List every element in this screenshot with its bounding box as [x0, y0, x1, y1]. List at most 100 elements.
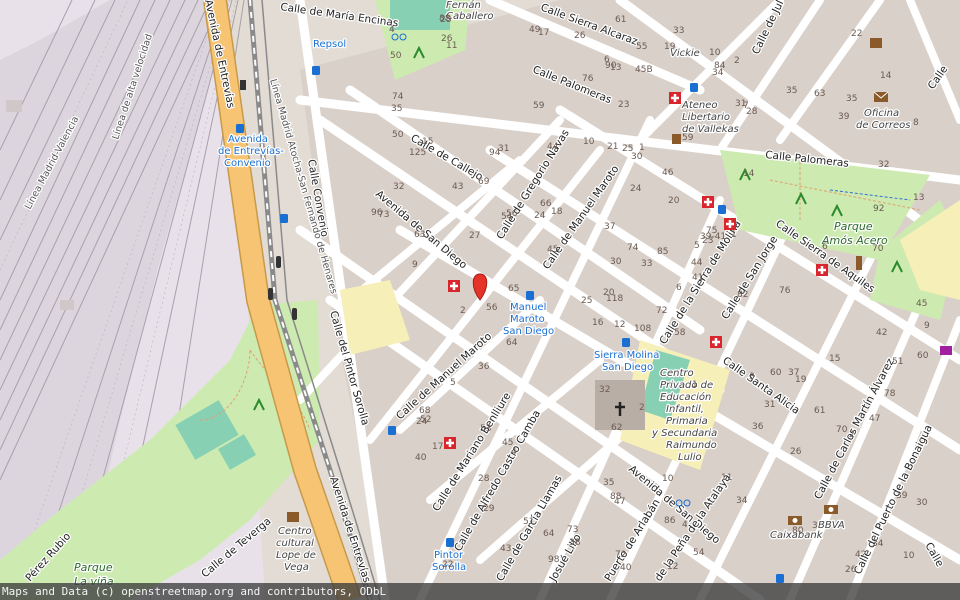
- house-number: 10: [903, 551, 915, 561]
- house-number: 68: [419, 406, 431, 416]
- house-number: 10: [709, 48, 721, 58]
- house-number: 34: [736, 496, 748, 506]
- pharmacy-icon: [448, 280, 460, 292]
- house-number: 21: [607, 142, 618, 152]
- house-number: 30: [916, 498, 928, 508]
- stop-molina-1: Sierra Molina: [594, 350, 659, 361]
- house-number: 35: [391, 104, 402, 114]
- house-number: 14: [743, 169, 755, 179]
- monument-icon: [856, 256, 862, 270]
- theatre-icon: [870, 38, 882, 48]
- house-number: 53: [480, 424, 491, 434]
- house-number: 12: [614, 320, 625, 330]
- house-number: 24: [534, 211, 546, 221]
- poi-centro-privado-8: Lulio: [678, 452, 702, 463]
- house-number: 26: [845, 565, 857, 575]
- poi-centro-privado-6: y Secundaria: [651, 428, 717, 439]
- house-number: 34: [712, 68, 724, 78]
- house-number: 44: [691, 258, 703, 268]
- house-number: 22: [442, 560, 453, 570]
- house-number: 90: [605, 61, 617, 71]
- bank-icon: [788, 516, 802, 525]
- house-number: 55: [636, 42, 647, 52]
- house-number: 45B: [635, 65, 653, 75]
- house-number: 45: [547, 245, 558, 255]
- house-number: 26: [790, 447, 802, 457]
- house-number: 33: [673, 26, 684, 36]
- house-number: 37: [604, 222, 615, 232]
- house-number: 75: [706, 226, 717, 236]
- house-number: 2: [460, 306, 466, 316]
- bus-stop-icon: [236, 124, 244, 133]
- house-number: 45: [916, 299, 927, 309]
- house-number: 70: [872, 244, 884, 254]
- street-map[interactable]: Calle de María Encinas Calle Sierra Alca…: [0, 0, 960, 600]
- house-number: 40: [415, 453, 427, 463]
- pharmacy-icon: [702, 196, 714, 208]
- house-number: 24: [630, 184, 642, 194]
- house-number: 98: [548, 555, 560, 565]
- house-number: 4: [511, 447, 517, 457]
- house-number: 32: [393, 182, 404, 192]
- house-number: 12: [667, 562, 678, 572]
- poi-parque-vina-1: Parque: [74, 561, 113, 574]
- house-number: 59: [682, 133, 694, 143]
- poi-centro-privado-1: Centro: [660, 368, 694, 379]
- house-number: 34: [872, 539, 884, 549]
- house-number: 44: [547, 142, 559, 152]
- house-number: 70: [836, 425, 848, 435]
- house-number: 2: [734, 56, 740, 66]
- traffic-light-icon: [268, 288, 273, 300]
- house-number: 46: [662, 168, 674, 178]
- house-number: 28: [478, 474, 490, 484]
- house-number: 33: [641, 259, 652, 269]
- house-number: 19: [664, 42, 676, 52]
- house-number: 38: [569, 538, 581, 548]
- house-number: 4: [682, 520, 688, 530]
- pharmacy-icon: [710, 336, 722, 348]
- stop-maroto-1: Manuel: [510, 302, 546, 313]
- house-number: 26: [441, 34, 453, 44]
- house-number: 43: [452, 182, 463, 192]
- bus-stop-icon: [388, 426, 396, 435]
- traffic-light-icon: [276, 256, 281, 268]
- house-number: 16: [592, 318, 604, 328]
- house-number: 69: [478, 177, 490, 187]
- house-number: 14: [880, 71, 892, 81]
- house-number: 17: [538, 28, 549, 38]
- house-number: 74: [627, 243, 639, 253]
- house-number: 40: [620, 563, 632, 573]
- house-number: 92: [873, 204, 884, 214]
- map-attribution: Maps and Data (c) openstreetmap.org and …: [0, 583, 960, 600]
- stop-entrevias-3: Convenio: [224, 158, 271, 169]
- house-number: 47: [869, 414, 880, 424]
- house-number: 20: [603, 288, 615, 298]
- post-office-icon: [873, 91, 889, 102]
- house-number: 45: [502, 438, 513, 448]
- stop-molina-2: San Diego: [602, 362, 653, 373]
- bus-stop-icon: [526, 291, 534, 300]
- house-number: 85: [657, 247, 668, 257]
- bus-stop-icon: [446, 538, 454, 547]
- house-number: 3: [749, 372, 755, 382]
- house-number: 60: [917, 351, 929, 361]
- house-number: 26: [574, 31, 586, 41]
- house-number: 88: [610, 492, 622, 502]
- house-number: 11: [721, 473, 732, 483]
- stop-maroto-2: Maroto: [510, 314, 545, 325]
- shop-icon: [940, 346, 952, 355]
- house-number: 1: [692, 380, 698, 390]
- house-number: 125: [409, 148, 426, 158]
- house-number: 35: [846, 94, 857, 104]
- house-number: 36: [478, 362, 490, 372]
- poi-ateneo-2: Libertario: [682, 112, 730, 123]
- poi-centro-cultural-2: cultural: [276, 538, 314, 549]
- house-number: 52: [420, 415, 431, 425]
- house-number: 23: [618, 100, 629, 110]
- poi-centro-cultural-3: Lope de: [276, 550, 316, 561]
- house-number: 9: [924, 321, 930, 331]
- house-number: 15: [422, 137, 433, 147]
- bus-stop-icon: [312, 66, 320, 75]
- house-number: 15: [829, 354, 840, 364]
- house-number: 61: [615, 15, 626, 25]
